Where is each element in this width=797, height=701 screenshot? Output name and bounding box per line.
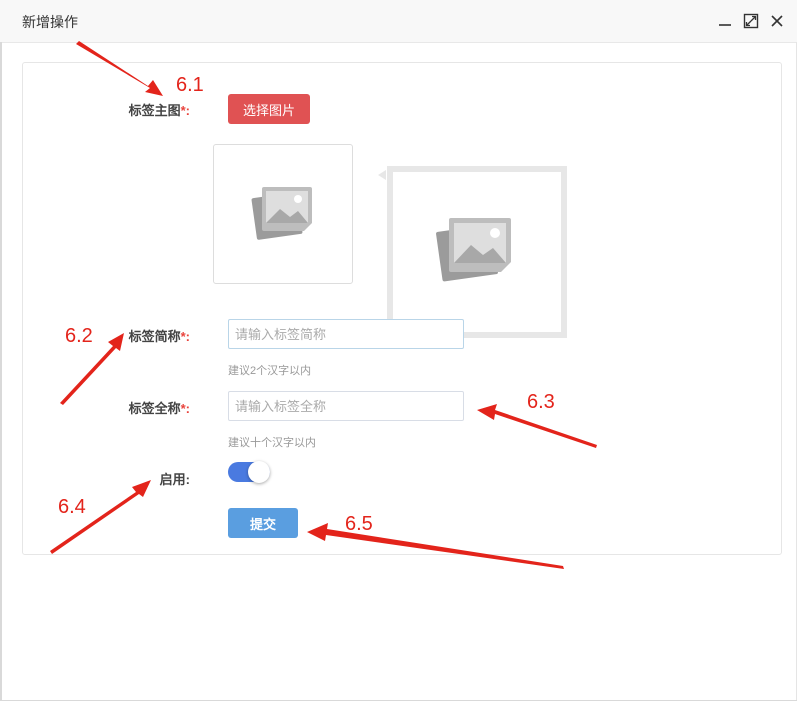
annotation-6-1: 6.1 <box>176 74 204 96</box>
preview-image-icon <box>436 218 511 282</box>
image-placeholder-icon <box>251 187 312 240</box>
enabled-label: 启用: <box>159 472 190 487</box>
full-name-input[interactable] <box>228 391 464 421</box>
image-preview-popover <box>387 166 567 338</box>
dialog-title: 新增操作 <box>22 14 78 30</box>
toggle-knob <box>248 461 270 483</box>
short-name-label: 标签简称*: <box>128 329 190 344</box>
full-name-hint: 建议十个汉字以内 <box>228 437 316 449</box>
annotation-6-3: 6.3 <box>527 391 555 413</box>
annotation-6-2: 6.2 <box>65 325 93 347</box>
short-name-input[interactable] <box>228 319 464 349</box>
close-icon[interactable] <box>768 12 786 30</box>
short-name-hint: 建议2个汉字以内 <box>228 365 312 377</box>
preview-pointer <box>378 170 386 180</box>
maximize-icon[interactable] <box>742 12 760 30</box>
image-field-label: 标签主图*: <box>128 103 190 118</box>
choose-image-button[interactable]: 选择图片 <box>228 94 310 124</box>
annotation-6-4: 6.4 <box>58 496 86 518</box>
dialog-left-border <box>0 42 2 701</box>
enabled-toggle[interactable] <box>228 461 270 483</box>
submit-button[interactable]: 提交 <box>228 508 298 538</box>
image-thumbnail[interactable] <box>213 144 353 284</box>
annotation-6-5: 6.5 <box>345 513 373 535</box>
minimize-icon[interactable] <box>716 12 734 30</box>
dialog-titlebar: 新增操作 <box>0 0 797 43</box>
full-name-label: 标签全称*: <box>128 401 190 416</box>
